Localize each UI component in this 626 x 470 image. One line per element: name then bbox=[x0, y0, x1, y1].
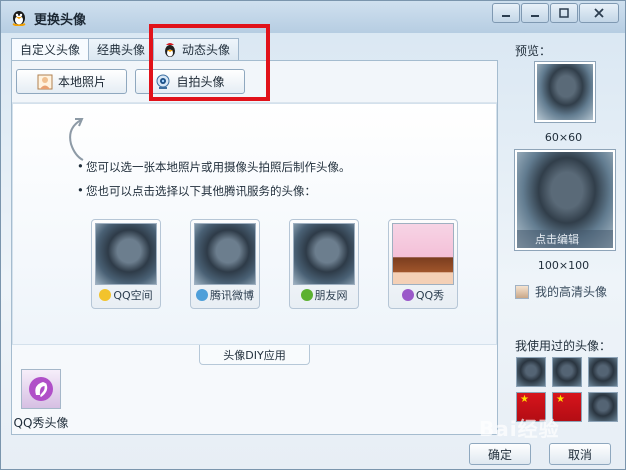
ok-button[interactable]: 确定 bbox=[469, 443, 531, 465]
preview-60 bbox=[534, 61, 596, 123]
close-button[interactable] bbox=[579, 3, 619, 23]
hd-avatar-label: 我的高清头像 bbox=[535, 285, 608, 299]
minimize-button[interactable] bbox=[521, 3, 549, 23]
tab-label: 自定义头像 bbox=[20, 43, 81, 57]
large-size-label: 100×100 bbox=[537, 259, 590, 272]
preview-photo bbox=[537, 64, 593, 120]
hd-avatar-link[interactable]: 我的高清头像 bbox=[515, 283, 607, 300]
red-highlight-annotation bbox=[149, 24, 270, 101]
cancel-button[interactable]: 取消 bbox=[549, 443, 611, 465]
avatar-photo bbox=[293, 223, 355, 285]
title-bar: 更换头像 bbox=[1, 1, 625, 33]
maximize-button[interactable] bbox=[550, 3, 578, 23]
click-edit-bar[interactable]: 点击编辑 bbox=[517, 230, 613, 248]
local-photo-label: 本地照片 bbox=[57, 75, 106, 89]
edit-label: 点击编辑 bbox=[535, 233, 579, 246]
qqshow-logo-icon bbox=[21, 369, 61, 409]
avatar-content-area: 您可以选一张本地照片或用摄像头拍照后制作头像。 您也可以点击选择以下其他腾讯服务… bbox=[12, 103, 497, 345]
person-photo-icon bbox=[37, 74, 53, 89]
pengyou-avatar-card[interactable]: 朋友网 bbox=[289, 219, 359, 309]
avatar-diy-app-button[interactable]: 头像DIY应用 bbox=[199, 345, 310, 365]
minimize-bar-icon bbox=[502, 15, 510, 17]
qqshow-cartoon-image bbox=[392, 223, 454, 285]
used-avatar-thumb[interactable] bbox=[588, 357, 618, 387]
ok-label: 确定 bbox=[487, 447, 512, 462]
weibo-avatar-card[interactable]: 腾讯微博 bbox=[190, 219, 260, 309]
tab-label: 经典头像 bbox=[97, 43, 146, 57]
service-label: QQ秀 bbox=[415, 289, 445, 302]
used-avatar-thumb[interactable] bbox=[516, 357, 546, 387]
preview-title: 预览： bbox=[515, 44, 552, 58]
weibo-icon bbox=[196, 289, 208, 301]
service-avatar-list: QQ空间 腾讯微博 朋友网 QQ秀 bbox=[91, 219, 487, 309]
cancel-label: 取消 bbox=[567, 447, 592, 462]
qqshow-avatar-shortcut[interactable]: QQ秀头像 bbox=[11, 369, 71, 431]
baidu-watermark: Bai经验 bbox=[479, 417, 560, 441]
instruction-line-1: 您可以选一张本地照片或用摄像头拍照后制作头像。 bbox=[77, 159, 350, 175]
preview-100[interactable]: 点击编辑 bbox=[514, 149, 616, 251]
weibo-label-wrap: 腾讯微博 bbox=[194, 285, 256, 305]
instruction-line-2: 您也可以点击选择以下其他腾讯服务的头像： bbox=[77, 183, 316, 199]
qqshow-label-wrap: QQ秀 bbox=[392, 285, 454, 305]
close-icon bbox=[594, 8, 604, 18]
used-avatars-title: 我使用过的头像： bbox=[515, 339, 612, 353]
pengyou-label-wrap: 朋友网 bbox=[293, 285, 355, 305]
qqshow-avatar-card[interactable]: QQ秀 bbox=[388, 219, 458, 309]
hd-avatar-icon bbox=[515, 284, 529, 299]
star-icon bbox=[99, 289, 112, 301]
avatar-photo bbox=[95, 223, 157, 285]
used-avatar-thumb[interactable] bbox=[552, 357, 582, 387]
small-size-label: 60×60 bbox=[544, 131, 583, 144]
qzone-label-wrap: QQ空间 bbox=[95, 285, 157, 305]
tab-classic-avatar[interactable]: 经典头像 bbox=[88, 38, 155, 60]
service-label: QQ空间 bbox=[113, 289, 153, 302]
qzone-avatar-card[interactable]: QQ空间 bbox=[91, 219, 161, 309]
maximize-icon bbox=[559, 8, 569, 18]
used-avatar-thumb[interactable] bbox=[588, 392, 618, 422]
settings-button[interactable] bbox=[492, 3, 520, 23]
qq-penguin-icon bbox=[12, 11, 26, 26]
preview-photo: 点击编辑 bbox=[517, 152, 613, 248]
change-avatar-window: 更换头像 自定义头像 经典头像 动态头像 本地照片 自拍头像 • 您可以选一张本… bbox=[0, 0, 626, 470]
minimize-icon bbox=[531, 15, 539, 17]
tab-custom-avatar[interactable]: 自定义头像 bbox=[11, 38, 90, 60]
diy-label: 头像DIY应用 bbox=[223, 348, 286, 362]
avatar-photo bbox=[194, 223, 256, 285]
local-photo-button[interactable]: 本地照片 bbox=[16, 69, 127, 94]
service-label: 腾讯微博 bbox=[210, 289, 254, 302]
custom-avatar-panel: 本地照片 自拍头像 您可以选一张本地照片或用摄像头拍照后制作头像。 您也可以点击… bbox=[11, 60, 498, 435]
qqshow-swirl-icon bbox=[29, 377, 53, 401]
window-title: 更换头像 bbox=[34, 13, 87, 28]
qqshow-icon bbox=[401, 289, 414, 301]
clover-icon bbox=[300, 289, 313, 301]
qqshow-avatar-label: QQ秀头像 bbox=[13, 416, 69, 430]
service-label: 朋友网 bbox=[314, 289, 348, 302]
preview-panel: 预览： 60×60 点击编辑 100×100 我的高清头像 我使用过的头像： bbox=[506, 39, 621, 429]
